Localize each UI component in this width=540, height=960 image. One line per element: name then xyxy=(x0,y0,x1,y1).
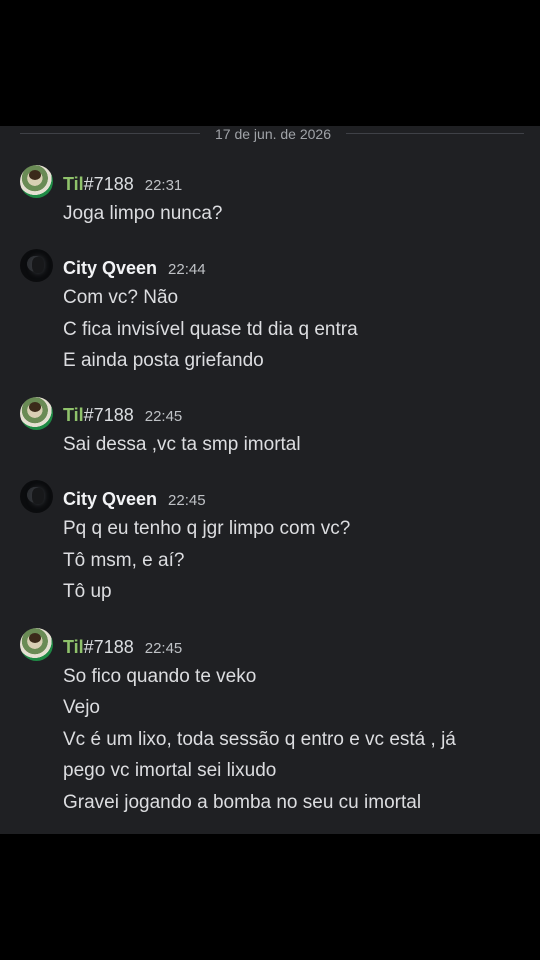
author-tag: #7188 xyxy=(83,174,134,194)
author-tag: #7188 xyxy=(83,405,134,425)
message-text[interactable]: Vc é um lixo, toda sessão q entro e vc e… xyxy=(63,728,456,752)
message-text[interactable]: Joga limpo nunca? xyxy=(63,202,223,226)
message-header: Til #7188 22:45 xyxy=(63,637,182,659)
date-divider-label: 17 de jun. de 2026 xyxy=(215,126,331,142)
message-header: Til #7188 22:31 xyxy=(63,174,182,196)
message-header: City Qveen 22:44 xyxy=(63,258,206,280)
divider-line-left xyxy=(20,133,200,134)
message-text[interactable]: Vejo xyxy=(63,696,100,720)
author-name[interactable]: City Qveen xyxy=(63,258,157,279)
message-timestamp: 22:45 xyxy=(144,640,183,657)
avatar-til[interactable] xyxy=(20,165,53,198)
message-text[interactable]: Tô msm, e aí? xyxy=(63,549,184,573)
author-name[interactable]: City Qveen xyxy=(63,489,157,510)
chat-panel: 17 de jun. de 2026 Til #7188 22:31 Joga … xyxy=(0,126,540,834)
avatar-city-qveen[interactable] xyxy=(20,249,53,282)
message-timestamp: 22:45 xyxy=(168,492,206,509)
author-name[interactable]: Til xyxy=(63,174,84,195)
message-text[interactable]: Pq q eu tenho q jgr limpo com vc? xyxy=(63,517,350,541)
message-timestamp: 22:45 xyxy=(144,408,183,425)
author-tag: #7188 xyxy=(83,637,134,657)
message-text[interactable]: Sai dessa ,vc ta smp imortal xyxy=(63,433,301,457)
message-text[interactable]: pego vc imortal sei lixudo xyxy=(63,759,276,783)
message-header: City Qveen 22:45 xyxy=(63,489,206,511)
avatar-til[interactable] xyxy=(20,628,53,661)
avatar-city-qveen[interactable] xyxy=(20,480,53,513)
message-text[interactable]: So fico quando te veko xyxy=(63,665,256,689)
message-text[interactable]: C fica invisível quase td dia q entra xyxy=(63,318,358,342)
message-timestamp: 22:44 xyxy=(168,261,206,278)
message-header: Til #7188 22:45 xyxy=(63,405,182,427)
message-text[interactable]: Tô up xyxy=(63,580,112,604)
author-name[interactable]: Til xyxy=(63,405,84,426)
divider-line-right xyxy=(346,133,524,134)
message-text[interactable]: E ainda posta griefando xyxy=(63,349,264,373)
avatar-til[interactable] xyxy=(20,397,53,430)
message-text[interactable]: Gravei jogando a bomba no seu cu imortal xyxy=(63,791,421,815)
author-name[interactable]: Til xyxy=(63,637,84,658)
message-text[interactable]: Com vc? Não xyxy=(63,286,178,310)
date-divider: 17 de jun. de 2026 xyxy=(20,126,524,142)
message-timestamp: 22:31 xyxy=(144,177,183,194)
